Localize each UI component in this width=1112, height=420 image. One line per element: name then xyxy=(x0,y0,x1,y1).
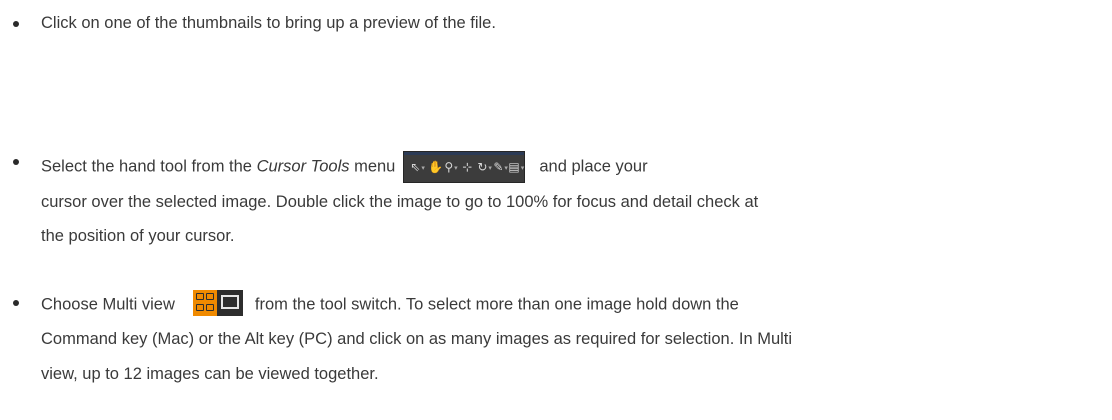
paragraph-line: Choose Multi view from the tool switch. … xyxy=(41,290,739,318)
bullet-point xyxy=(13,159,19,165)
text-run: menu xyxy=(349,157,396,176)
instructions-document: Click on one of the thumbnails to bring … xyxy=(0,0,1112,420)
paragraph-line: Select the hand tool from the Cursor Too… xyxy=(41,151,648,183)
text-run: from the tool switch. To select more tha… xyxy=(254,295,739,314)
paragraph-line: cursor over the selected image. Double c… xyxy=(41,193,759,211)
zoom-icon: ⚲▾ xyxy=(444,160,458,174)
paragraph-line: the position of your cursor. xyxy=(41,227,235,245)
rotate-icon: ↻▾ xyxy=(477,160,492,174)
bullet-point xyxy=(13,21,19,27)
view-switch xyxy=(192,290,243,316)
keystone-icon: ▤▾ xyxy=(508,160,525,174)
text-run: and place your xyxy=(539,157,648,176)
cursor-tools-toolbar: ⇖▾ ✋ ⚲▾ ⊹ ↻▾ ✎▾ ▤▾ xyxy=(403,151,526,183)
select-arrow-icon: ⇖▾ xyxy=(410,160,425,174)
menu-name: Cursor Tools xyxy=(256,157,350,176)
text-run: Select the hand tool from the xyxy=(41,157,257,176)
hand-icon: ✋ xyxy=(428,160,444,174)
paragraph-line: Command key (Mac) or the Alt key (PC) an… xyxy=(41,330,793,348)
single-view-icon xyxy=(220,295,239,309)
paragraph-line: view, up to 12 images can be viewed toge… xyxy=(41,365,379,383)
text-run: Choose Multi view xyxy=(41,295,175,314)
paragraph-line: Click on one of the thumbnails to bring … xyxy=(41,14,496,32)
bullet-point xyxy=(13,300,19,306)
crop-icon: ⊹ xyxy=(462,160,473,174)
multi-view-icon xyxy=(192,290,217,316)
picker-icon: ✎▾ xyxy=(493,160,508,174)
